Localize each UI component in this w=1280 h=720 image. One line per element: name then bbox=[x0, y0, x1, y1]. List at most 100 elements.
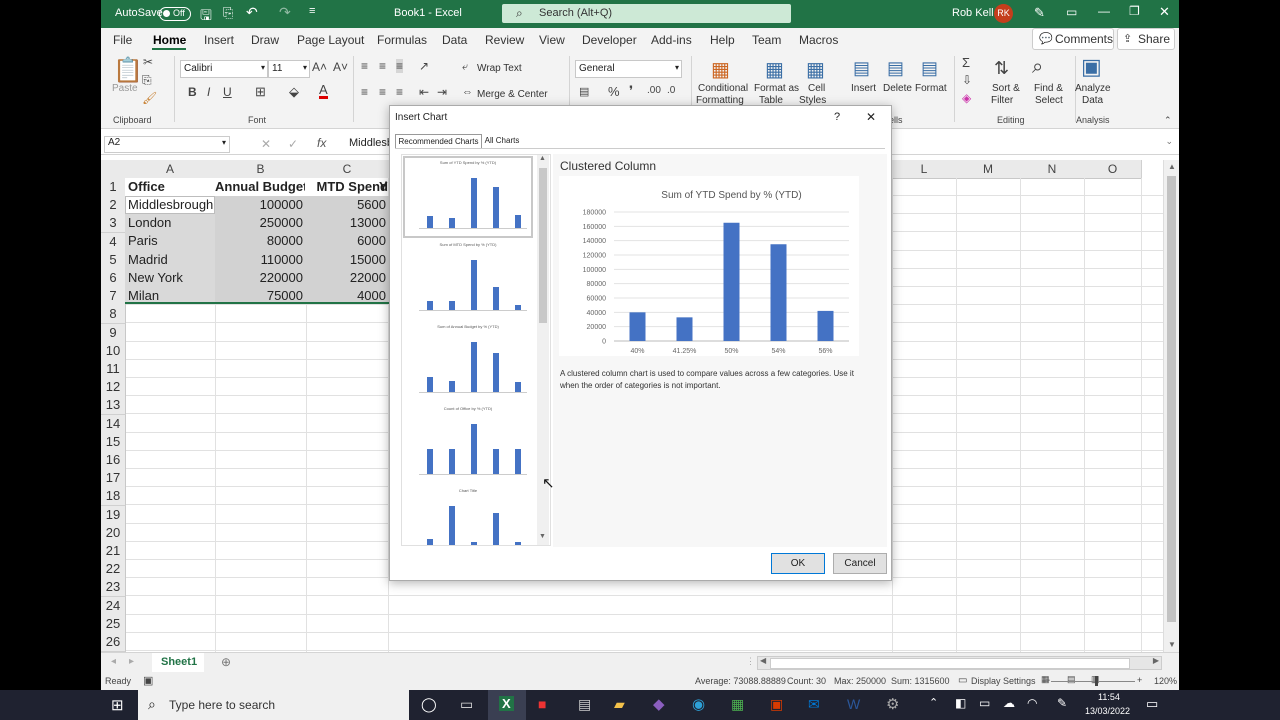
formula-input[interactable]: Middlesb bbox=[349, 137, 393, 149]
help-button[interactable]: ? bbox=[834, 111, 840, 123]
scroll-up-icon[interactable]: ▲ bbox=[1168, 162, 1176, 171]
scroll-down-icon[interactable]: ▼ bbox=[1168, 640, 1176, 649]
row-header[interactable]: 14 bbox=[101, 414, 126, 434]
row-header[interactable]: 12 bbox=[101, 378, 126, 398]
app-icon[interactable]: ⚙ bbox=[886, 695, 899, 713]
chart-thumbnail[interactable]: Sum of MTD Spend by % (YTD) bbox=[405, 240, 531, 318]
italic-icon[interactable]: I bbox=[207, 85, 210, 99]
hscrollbar-thumb[interactable] bbox=[770, 658, 1130, 669]
accounting-icon[interactable]: ▤ bbox=[579, 85, 589, 98]
wrap-text-button[interactable]: Wrap Text bbox=[477, 63, 522, 74]
horizontal-scrollbar[interactable]: ◀ ▶ bbox=[757, 656, 1162, 670]
status-average[interactable]: Average: 73088.88889 bbox=[695, 676, 786, 686]
column-header-m[interactable]: M bbox=[956, 160, 1021, 179]
scroll-left-icon[interactable]: ◀ bbox=[760, 656, 766, 665]
merge-center-button[interactable]: Merge & Center bbox=[477, 89, 548, 100]
align-top-icon[interactable]: ≡ bbox=[361, 59, 368, 73]
recommended-charts-list[interactable]: Sum of YTD Spend by % (YTD) Sum of MTD Sp… bbox=[401, 154, 551, 546]
table-cell[interactable]: 22000 bbox=[306, 269, 386, 287]
zoom-out-icon[interactable]: − bbox=[1045, 675, 1050, 685]
fill-icon[interactable]: ⇩ bbox=[962, 73, 972, 87]
row-header[interactable]: 8 bbox=[101, 305, 126, 325]
find-select-label[interactable]: Find & bbox=[1034, 83, 1063, 94]
row-header[interactable]: 16 bbox=[101, 451, 126, 470]
chart-thumbnail[interactable]: Chart Title bbox=[405, 486, 531, 545]
analyze-data-label-2[interactable]: Data bbox=[1082, 95, 1103, 106]
tab-team[interactable]: Team bbox=[752, 33, 781, 47]
row-header[interactable]: 5 bbox=[101, 250, 126, 270]
table-cell[interactable]: 13000 bbox=[306, 214, 386, 232]
tray-icon-1[interactable]: ◧ bbox=[955, 696, 966, 710]
orientation-icon[interactable]: ↗ bbox=[419, 59, 429, 73]
underline-icon[interactable]: U bbox=[223, 85, 232, 99]
table-cell[interactable]: Middlesbrough bbox=[128, 196, 215, 214]
decrease-indent-icon[interactable]: ⇤ bbox=[419, 85, 429, 99]
powerpoint-icon[interactable]: ▣ bbox=[770, 696, 783, 713]
expand-formula-icon[interactable]: ⌄ bbox=[1165, 136, 1173, 147]
row-header[interactable]: 20 bbox=[101, 523, 126, 543]
table-cell[interactable]: 4000 bbox=[306, 287, 386, 305]
cell-styles-label[interactable]: Cell bbox=[808, 83, 825, 94]
table-cell[interactable]: Paris bbox=[128, 232, 215, 250]
increase-decimal-icon[interactable]: .00 bbox=[647, 85, 661, 96]
tab-insert[interactable]: Insert bbox=[204, 33, 234, 47]
tab-add-ins[interactable]: Add-ins bbox=[651, 33, 692, 47]
font-name-select[interactable]: Calibri ▾ bbox=[180, 60, 268, 78]
clear-icon[interactable]: ◈ bbox=[962, 91, 971, 105]
format-as-table-label[interactable]: Format as bbox=[754, 83, 799, 94]
scroll-down-icon[interactable]: ▼ bbox=[539, 533, 546, 540]
zoom-level[interactable]: 120% bbox=[1154, 676, 1177, 686]
table-header-cell[interactable]: Office bbox=[128, 178, 215, 196]
row-header[interactable]: 25 bbox=[101, 614, 126, 634]
zoom-slider-thumb[interactable] bbox=[1095, 676, 1098, 686]
align-left-icon[interactable]: ≡ bbox=[361, 85, 368, 99]
tab-view[interactable]: View bbox=[539, 33, 565, 47]
thumbnail-scrollbar-thumb[interactable] bbox=[539, 168, 547, 323]
cortana-icon[interactable]: ◯ bbox=[421, 696, 437, 713]
zoom-in-icon[interactable]: + bbox=[1137, 675, 1142, 685]
chart-thumbnail[interactable]: Sum of Annual Budget by % (YTD) bbox=[405, 322, 531, 400]
taskbar-search[interactable]: ⌕ Type here to search bbox=[138, 690, 409, 720]
row-header[interactable]: 21 bbox=[101, 542, 126, 561]
name-box[interactable]: A2 ▾ bbox=[104, 136, 230, 153]
tab-help[interactable]: Help bbox=[710, 33, 735, 47]
scroll-right-icon[interactable]: ▶ bbox=[1153, 656, 1159, 665]
collapse-ribbon-icon[interactable]: ⌃ bbox=[1164, 115, 1172, 126]
row-header[interactable]: 7 bbox=[101, 287, 126, 307]
table-cell[interactable]: New York bbox=[128, 269, 215, 287]
boxer-icon[interactable]: ■ bbox=[538, 696, 546, 712]
vertical-scrollbar[interactable]: ▲ ▼ bbox=[1163, 160, 1179, 652]
table-cell[interactable]: 75000 bbox=[215, 287, 303, 305]
start-icon[interactable]: ⊞ bbox=[111, 696, 124, 714]
clock-time[interactable]: 11:54 bbox=[1098, 692, 1120, 702]
tab-macros[interactable]: Macros bbox=[799, 33, 838, 47]
column-header-n[interactable]: N bbox=[1020, 160, 1085, 179]
visual-studio-icon[interactable]: ◆ bbox=[653, 695, 665, 713]
minimize-icon[interactable]: — bbox=[1098, 4, 1110, 18]
chart-thumbnail[interactable]: Count of Office by % (YTD) bbox=[405, 404, 531, 482]
splitter-icon[interactable]: ⋮ bbox=[746, 656, 755, 667]
row-header[interactable]: 6 bbox=[101, 269, 126, 288]
borders-icon[interactable]: ⊞ bbox=[255, 84, 266, 100]
bold-icon[interactable]: B bbox=[188, 85, 197, 99]
column-header-c[interactable]: C bbox=[306, 160, 389, 179]
tray-icon-2[interactable]: ▭ bbox=[979, 696, 990, 710]
spreadsheet-icon[interactable]: ▦ bbox=[731, 696, 744, 713]
row-header[interactable]: 9 bbox=[101, 323, 126, 343]
redo-icon[interactable]: ↷ bbox=[279, 4, 291, 21]
tab-review[interactable]: Review bbox=[485, 33, 524, 47]
align-bottom-icon[interactable]: ≡ bbox=[396, 59, 404, 73]
number-format-select[interactable]: General ▾ bbox=[575, 60, 682, 78]
row-header[interactable]: 4 bbox=[101, 232, 126, 252]
search-box[interactable]: ⌕ Search (Alt+Q) bbox=[502, 4, 791, 23]
analyze-data-label[interactable]: Analyze bbox=[1075, 83, 1111, 94]
paste-label[interactable]: Paste bbox=[112, 83, 138, 94]
delete-cells-button[interactable]: Delete bbox=[883, 83, 912, 94]
column-header-b[interactable]: B bbox=[215, 160, 307, 179]
accessibility-icon[interactable]: ▣ bbox=[143, 674, 153, 687]
row-header[interactable]: 3 bbox=[101, 214, 126, 234]
pen-icon[interactable]: ✎ bbox=[1057, 696, 1067, 710]
column-header-a[interactable]: A bbox=[125, 160, 216, 179]
tab-all-charts[interactable]: All Charts bbox=[482, 134, 522, 147]
status-max[interactable]: Max: 250000 bbox=[834, 676, 886, 686]
